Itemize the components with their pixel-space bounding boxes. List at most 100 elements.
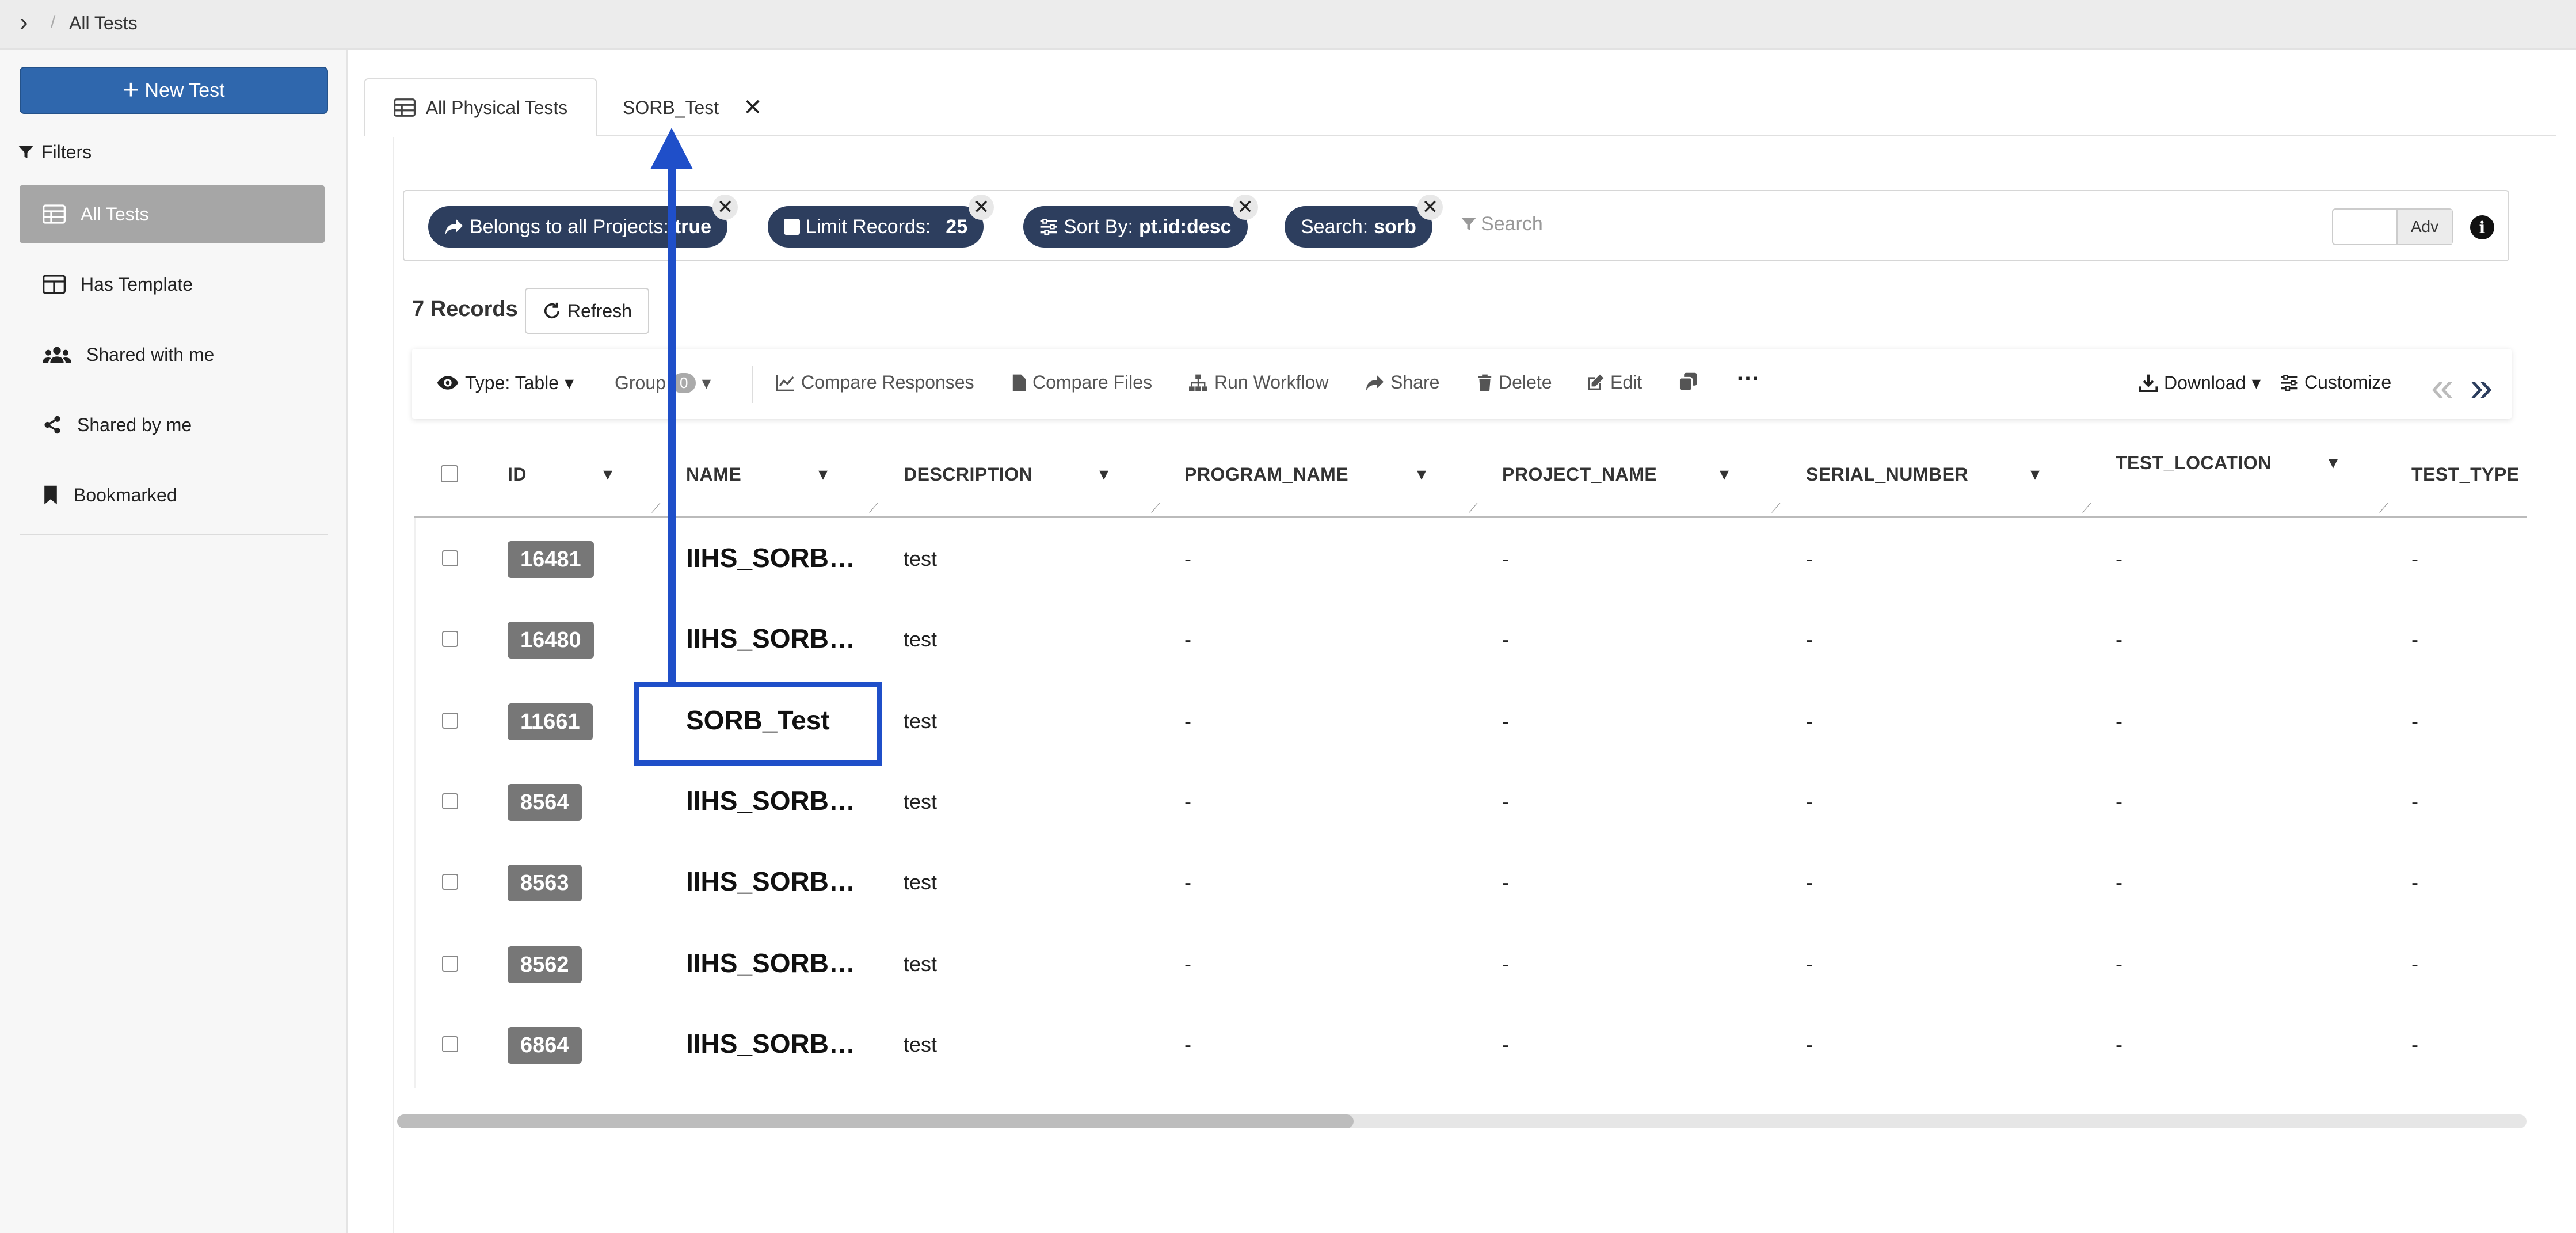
sidebar-item-shared-with-me[interactable]: Shared with me	[20, 326, 325, 383]
close-icon[interactable]: ✕	[743, 94, 763, 121]
column-header-serial-number[interactable]: SERIAL_NUMBER	[1806, 464, 1968, 485]
chip-label: Belongs to all Projects:	[470, 215, 669, 238]
view-type-dropdown[interactable]: Type: Table ▾	[436, 372, 574, 394]
chip-search[interactable]: Search: sorb ✕	[1285, 195, 1443, 248]
sort-caret-icon[interactable]: ▾	[818, 463, 828, 485]
table-row[interactable]: 8564 IIHS_SORB… test - - - - -	[414, 763, 2527, 844]
sort-caret-icon[interactable]: ▾	[2030, 463, 2040, 485]
sort-caret-icon[interactable]: ▾	[2329, 451, 2338, 473]
tab-sorb-test[interactable]: SORB_Test ✕	[623, 78, 784, 137]
new-test-button[interactable]: + New Test	[20, 67, 328, 114]
resize-handle[interactable]: ⟋	[869, 501, 878, 516]
customize-button[interactable]: Customize	[2280, 372, 2391, 393]
table-row[interactable]: 16480 IIHS_SORB… test - - - - -	[414, 601, 2527, 682]
resize-handle[interactable]: ⟋	[1771, 501, 1780, 516]
sidebar-item-label: All Tests	[81, 203, 149, 224]
test-location-cell: -	[2116, 709, 2122, 733]
name-cell[interactable]: IIHS_SORB…	[686, 542, 855, 573]
program-name-cell: -	[1184, 870, 1191, 894]
id-badge: 8564	[508, 784, 582, 821]
download-dropdown[interactable]: Download ▾	[2139, 372, 2261, 394]
table-row[interactable]: 8563 IIHS_SORB… test - - - - -	[414, 844, 2527, 924]
scrollbar-thumb[interactable]	[397, 1114, 1354, 1128]
close-icon[interactable]: ✕	[1417, 195, 1443, 220]
description-cell: test	[904, 627, 938, 651]
copy-button[interactable]	[1678, 372, 1698, 391]
resize-handle[interactable]: ⟋	[1469, 501, 1477, 516]
column-header-project-name[interactable]: PROJECT_NAME	[1502, 464, 1657, 485]
share-arrow-icon	[445, 219, 463, 235]
name-cell[interactable]: IIHS_SORB…	[686, 1028, 855, 1059]
share-icon	[44, 416, 60, 434]
name-cell[interactable]: IIHS_SORB…	[686, 785, 855, 816]
run-workflow-button[interactable]: Run Workflow	[1188, 372, 1329, 393]
chip-value: 25	[946, 215, 968, 238]
compare-files-button[interactable]: Compare Files	[1012, 372, 1152, 393]
compare-responses-button[interactable]: Compare Responses	[776, 372, 974, 393]
description-cell: test	[904, 870, 938, 894]
name-cell[interactable]: IIHS_SORB…	[686, 947, 855, 979]
close-icon[interactable]: ✕	[712, 195, 738, 220]
sidebar-item-shared-by-me[interactable]: Shared by me	[20, 396, 325, 454]
resize-handle[interactable]: ⟋	[2379, 501, 2388, 516]
description-cell: test	[904, 709, 938, 733]
adv-toggle[interactable]: Adv	[2332, 208, 2453, 245]
scroll-right-icon[interactable]: »	[2470, 364, 2493, 410]
horizontal-scrollbar[interactable]	[397, 1114, 2527, 1128]
column-header-test-location[interactable]: TEST_LOCATION	[2116, 452, 2272, 474]
close-icon[interactable]: ✕	[1232, 195, 1258, 220]
table-row[interactable]: 8562 IIHS_SORB… test - - - - -	[414, 926, 2527, 1006]
edit-button[interactable]: Edit	[1586, 372, 1642, 393]
sidebar-item-label: Bookmarked	[74, 484, 177, 505]
sort-caret-icon[interactable]: ▾	[1720, 463, 1729, 485]
chip-belongs-to-all-projects[interactable]: Belongs to all Projects: true ✕	[428, 195, 738, 248]
caret-down-icon: ▾	[2251, 372, 2261, 393]
sliders-icon	[2281, 374, 2298, 391]
sidebar-item-has-template[interactable]: Has Template	[20, 256, 325, 313]
tab-all-physical-tests[interactable]: All Physical Tests	[364, 78, 597, 137]
search-input[interactable]: Search	[1460, 213, 1543, 235]
column-header-program-name[interactable]: PROGRAM_NAME	[1184, 464, 1348, 485]
resize-handle[interactable]: ⟋	[2082, 501, 2091, 516]
chip-limit-records[interactable]: Limit Records: 25 ✕	[768, 195, 994, 248]
row-checkbox[interactable]	[442, 1036, 458, 1052]
delete-button[interactable]: Delete	[1477, 372, 1552, 393]
table-row[interactable]: 6864 IIHS_SORB… test - - - - -	[414, 1006, 2527, 1087]
select-all-checkbox[interactable]	[441, 465, 458, 482]
sort-caret-icon[interactable]: ▾	[1099, 463, 1109, 485]
name-cell[interactable]: IIHS_SORB…	[686, 623, 855, 654]
column-header-test-type[interactable]: TEST_TYPE	[2411, 464, 2520, 485]
column-header-description[interactable]: DESCRIPTION	[904, 464, 1032, 485]
row-checkbox[interactable]	[442, 793, 458, 809]
test-type-cell: -	[2411, 627, 2418, 651]
column-header-id[interactable]: ID	[508, 464, 527, 485]
row-checkbox[interactable]	[442, 874, 458, 890]
row-checkbox[interactable]	[442, 631, 458, 647]
row-checkbox[interactable]	[442, 550, 458, 566]
refresh-button[interactable]: Refresh	[525, 288, 649, 334]
breadcrumb-current[interactable]: All Tests	[69, 13, 138, 34]
column-header-name[interactable]: NAME	[686, 464, 741, 485]
chip-sort-by[interactable]: Sort By: pt.id:desc ✕	[1023, 195, 1258, 248]
program-name-cell: -	[1184, 1033, 1191, 1056]
more-options-button[interactable]: ···	[1737, 366, 1760, 392]
scroll-left-icon[interactable]: «	[2431, 364, 2453, 410]
group-dropdown[interactable]: Group 0 ▾	[615, 372, 711, 394]
sidebar-item-bookmarked[interactable]: Bookmarked	[20, 466, 325, 524]
share-button[interactable]: Share	[1365, 372, 1439, 393]
sort-caret-icon[interactable]: ▾	[1417, 463, 1427, 485]
chevron-right-icon[interactable]: ›	[20, 8, 28, 37]
close-icon[interactable]: ✕	[969, 195, 994, 220]
name-cell[interactable]: IIHS_SORB…	[686, 866, 855, 897]
content-divider	[393, 137, 394, 1233]
checkbox-icon	[784, 219, 800, 235]
resize-handle[interactable]: ⟋	[651, 501, 660, 516]
info-icon[interactable]: i	[2470, 215, 2494, 239]
row-checkbox[interactable]	[442, 956, 458, 972]
project-name-cell: -	[1502, 952, 1509, 976]
sidebar-item-all-tests[interactable]: All Tests	[20, 185, 325, 243]
sort-caret-icon[interactable]: ▾	[603, 463, 613, 485]
table-row[interactable]: 16481 IIHS_SORB… test - - - - -	[414, 520, 2527, 601]
resize-handle[interactable]: ⟋	[1151, 501, 1160, 516]
row-checkbox[interactable]	[442, 713, 458, 729]
